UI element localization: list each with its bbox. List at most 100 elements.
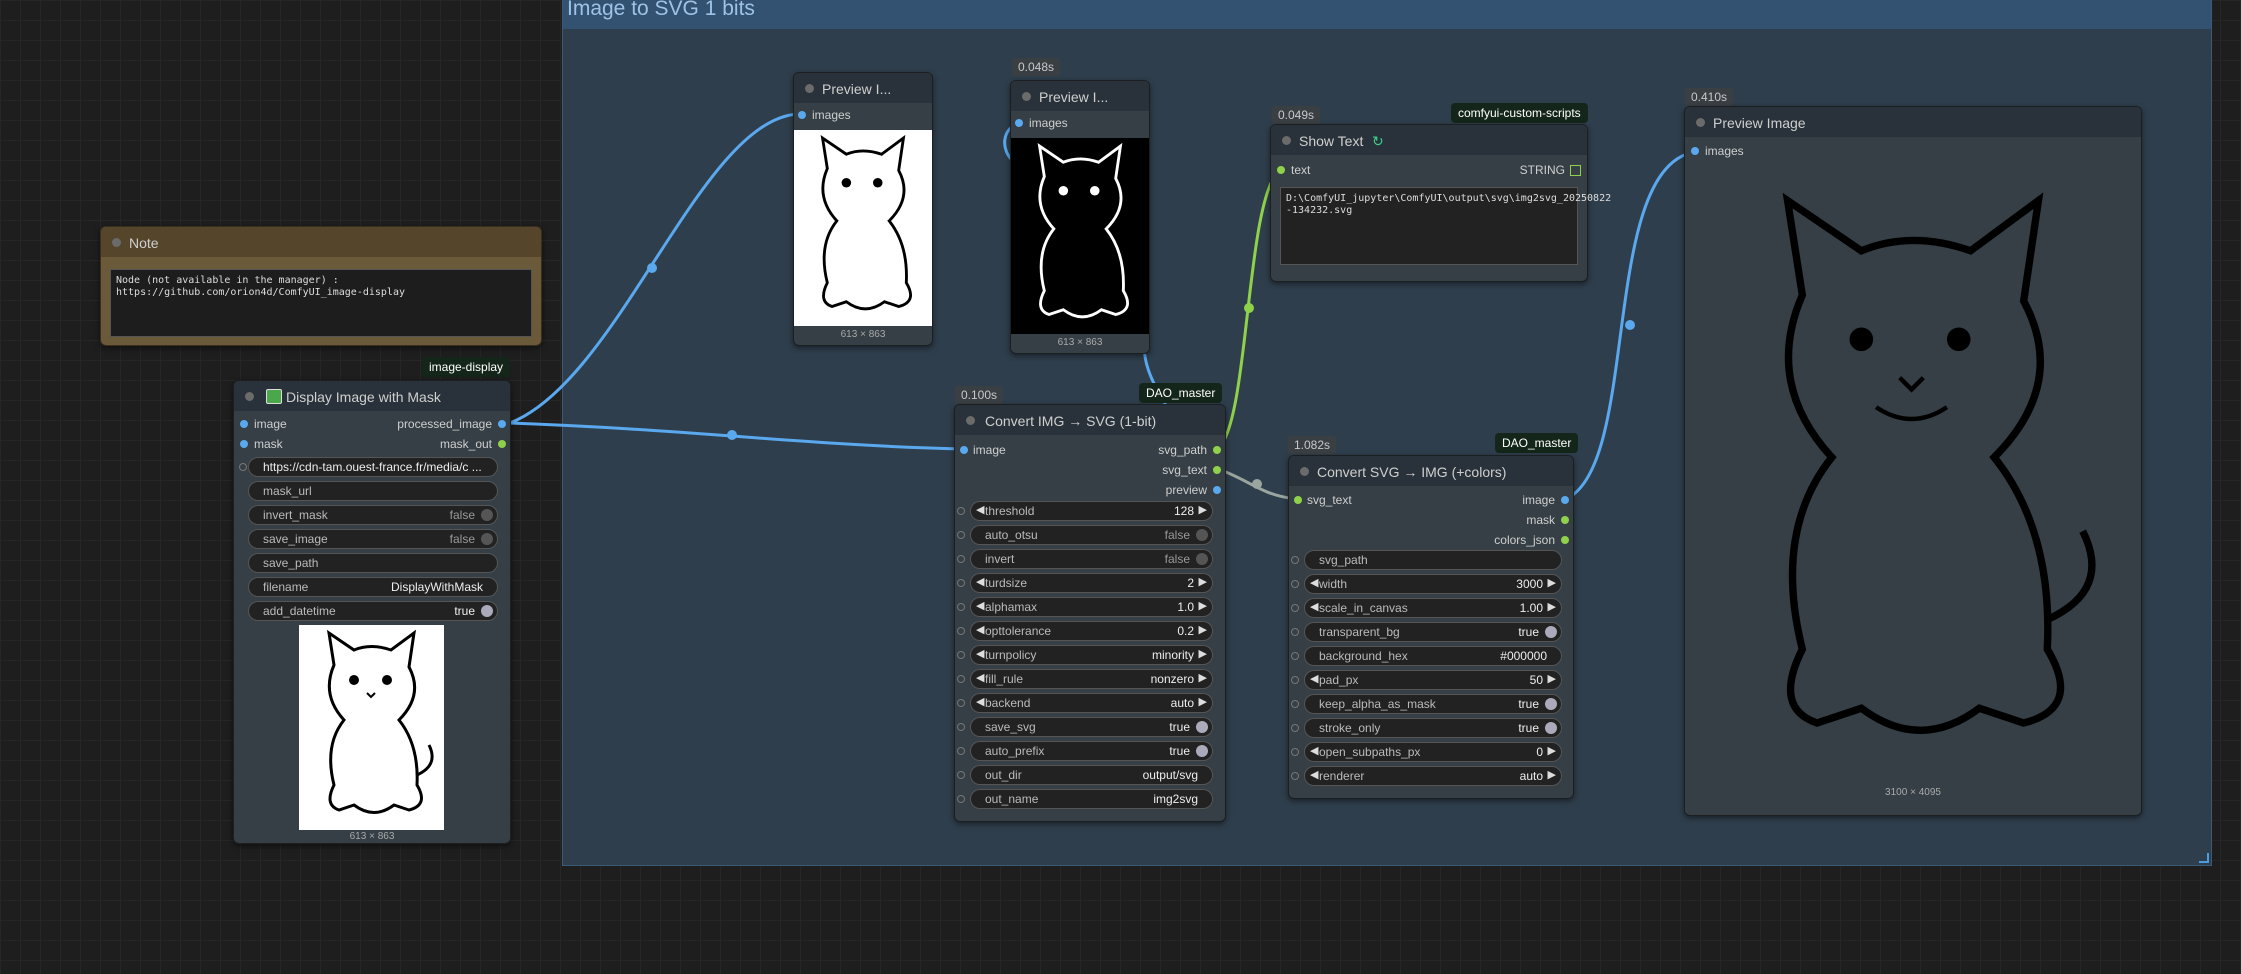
increment-arrow-icon[interactable]: ▶ [1548,768,1556,781]
toggle-knob-icon[interactable] [481,533,493,545]
widget-turdsize[interactable]: ◀ ▶ turdsize 2 [957,573,1213,593]
widget-pin[interactable] [957,675,965,683]
increment-arrow-icon[interactable]: ▶ [1199,503,1207,516]
widget-pad-px[interactable]: ◀ ▶ pad_px 50 [1291,670,1562,690]
widget-pin[interactable] [1291,652,1299,660]
toggle-knob-icon[interactable] [1196,745,1208,757]
decrement-arrow-icon[interactable]: ◀ [1310,600,1318,613]
add-datetime-toggle[interactable]: add_datetime true [248,601,498,621]
input-pin-text[interactable] [1277,166,1285,174]
node-header[interactable]: Preview I... [1011,81,1149,111]
widget-pin[interactable] [957,747,965,755]
toggle-knob-icon[interactable] [1545,626,1557,638]
widget-auto-prefix[interactable]: auto_prefix true [957,741,1213,761]
toggle-knob-icon[interactable] [1196,529,1208,541]
input-pin-images[interactable] [1691,147,1699,155]
widget-turnpolicy[interactable]: ◀ ▶ turnpolicy minority [957,645,1213,665]
output-pin-processed-image[interactable] [498,420,506,428]
widget-pin[interactable] [1291,604,1299,612]
toggle-knob-icon[interactable] [481,605,493,617]
collapse-dot-icon[interactable] [1282,136,1291,145]
output-pin-mask-out[interactable] [498,440,506,448]
widget-pin[interactable] [957,555,965,563]
widget-pin[interactable] [1291,700,1299,708]
widget-threshold[interactable]: ◀ ▶ threshold 128 [957,501,1213,521]
save-image-toggle[interactable]: save_image false [248,529,498,549]
widget-out-name[interactable]: out_name img2svg [957,789,1213,809]
widget-pin[interactable] [1291,748,1299,756]
toggle-knob-icon[interactable] [1545,722,1557,734]
input-pin-images[interactable] [798,111,806,119]
widget-pin[interactable] [957,771,965,779]
input-pin-image[interactable] [960,446,968,454]
widget-renderer[interactable]: ◀ ▶ renderer auto [1291,766,1562,786]
display-image-with-mask-node[interactable]: Display Image with Mask image mask proce… [233,380,511,844]
input-pin-mask[interactable] [240,440,248,448]
output-pin-preview[interactable] [1213,486,1221,494]
output-pin-colors-json[interactable] [1561,536,1569,544]
widget-stroke-only[interactable]: stroke_only true [1291,718,1562,738]
node-header[interactable]: Display Image with Mask [234,381,510,411]
increment-arrow-icon[interactable]: ▶ [1199,599,1207,612]
decrement-arrow-icon[interactable]: ◀ [1310,672,1318,685]
text-output-box[interactable]: D:\ComfyUI_jupyter\ComfyUI\output\svg\im… [1280,187,1611,265]
widget-invert[interactable]: invert false [957,549,1213,569]
increment-arrow-icon[interactable]: ▶ [1199,575,1207,588]
decrement-arrow-icon[interactable]: ◀ [976,695,984,708]
toggle-knob-icon[interactable] [1545,698,1557,710]
widget-pin[interactable] [1291,580,1299,588]
decrement-arrow-icon[interactable]: ◀ [976,623,984,636]
widget-background-hex[interactable]: background_hex #000000 [1291,646,1562,666]
widget-save-svg[interactable]: save_svg true [957,717,1213,737]
widget-pin[interactable] [957,603,965,611]
output-pin-svg-path[interactable] [1213,446,1221,454]
widget-pin[interactable] [957,507,965,515]
convert-img-to-svg-node[interactable]: Convert IMG → SVG (1-bit) image svg_path… [954,404,1226,822]
decrement-arrow-icon[interactable]: ◀ [1310,768,1318,781]
invert-mask-toggle[interactable]: invert_mask false [248,505,498,525]
decrement-arrow-icon[interactable]: ◀ [976,503,984,516]
widget-pin[interactable] [957,795,965,803]
collapse-dot-icon[interactable] [805,84,814,93]
output-pin-image[interactable] [1561,496,1569,504]
decrement-arrow-icon[interactable]: ◀ [976,575,984,588]
output-pin-string[interactable] [1570,165,1581,176]
output-pin-mask[interactable] [1561,516,1569,524]
widget-open-subpaths-px[interactable]: ◀ ▶ open_subpaths_px 0 [1291,742,1562,762]
decrement-arrow-icon[interactable]: ◀ [976,671,984,684]
node-header[interactable]: Convert SVG → IMG (+colors) [1289,456,1573,486]
node-header[interactable]: Preview Image [1685,107,2141,137]
input-pin-images[interactable] [1015,119,1023,127]
increment-arrow-icon[interactable]: ▶ [1199,671,1207,684]
save-path-field[interactable]: save_path [248,553,498,573]
collapse-dot-icon[interactable] [966,416,975,425]
increment-arrow-icon[interactable]: ▶ [1548,576,1556,589]
node-header[interactable]: Preview I... [794,73,932,103]
increment-arrow-icon[interactable]: ▶ [1548,744,1556,757]
widget-alphamax[interactable]: ◀ ▶ alphamax 1.0 [957,597,1213,617]
note-node[interactable]: Note Node (not available in the manager)… [100,226,542,346]
widget-pin[interactable] [1291,724,1299,732]
widget-pin[interactable] [957,531,965,539]
widget-pin[interactable] [1291,772,1299,780]
widget-pin[interactable] [1291,628,1299,636]
preview-image-node-3[interactable]: Preview Image images 3100 × 4095 [1684,106,2142,816]
decrement-arrow-icon[interactable]: ◀ [1310,744,1318,757]
widget-out-dir[interactable]: out_dir output/svg [957,765,1213,785]
decrement-arrow-icon[interactable]: ◀ [976,599,984,612]
widget-transparent-bg[interactable]: transparent_bg true [1291,622,1562,642]
increment-arrow-icon[interactable]: ▶ [1199,623,1207,636]
widget-svg-path[interactable]: svg_path [1291,550,1562,570]
widget-pin[interactable] [957,651,965,659]
widget-pin[interactable] [1291,676,1299,684]
increment-arrow-icon[interactable]: ▶ [1548,672,1556,685]
toggle-knob-icon[interactable] [1196,553,1208,565]
collapse-dot-icon[interactable] [112,238,121,247]
convert-svg-to-img-node[interactable]: Convert SVG → IMG (+colors) svg_text ima… [1288,455,1574,799]
widget-pin[interactable] [957,579,965,587]
note-textarea[interactable]: Node (not available in the manager) : ht… [110,269,532,337]
toggle-knob-icon[interactable] [1196,721,1208,733]
decrement-arrow-icon[interactable]: ◀ [976,647,984,660]
widget-fill-rule[interactable]: ◀ ▶ fill_rule nonzero [957,669,1213,689]
toggle-knob-icon[interactable] [481,509,493,521]
